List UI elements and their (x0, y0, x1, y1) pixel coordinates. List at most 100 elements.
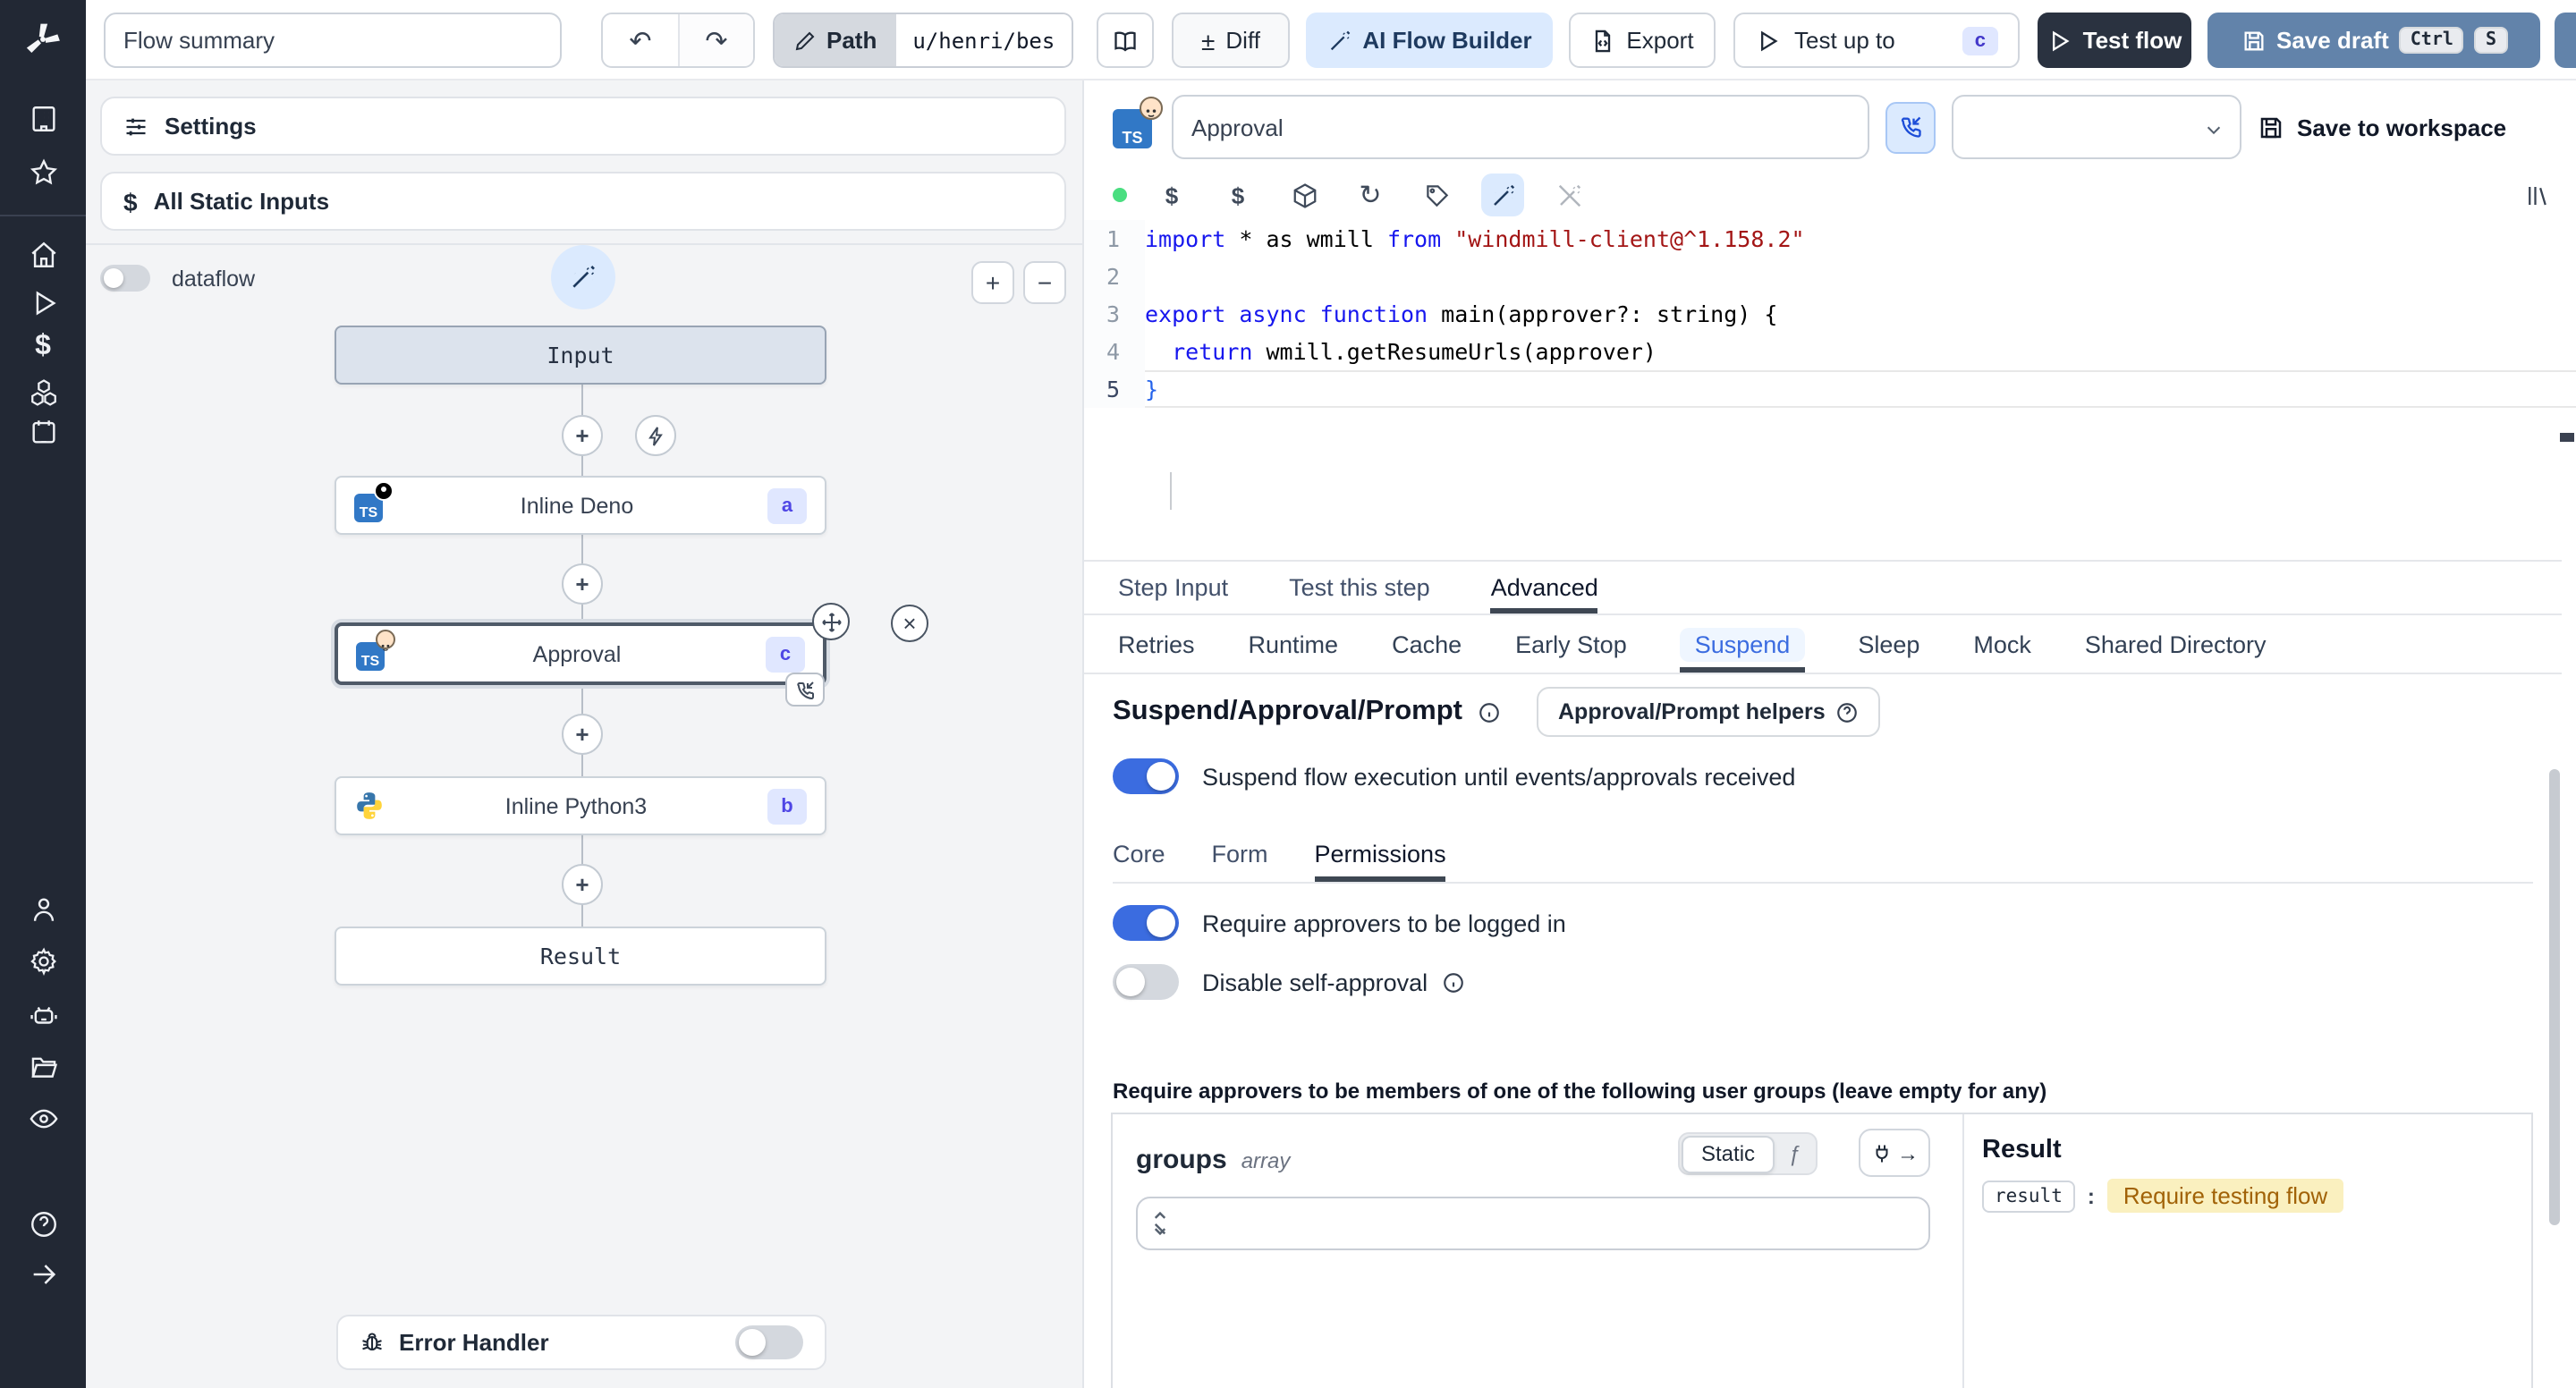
tab-core[interactable]: Core (1113, 828, 1165, 882)
export-button[interactable]: Export (1569, 13, 1716, 68)
runs-play-icon[interactable] (0, 288, 86, 318)
approval-phone-badge[interactable] (785, 673, 825, 707)
users-person-icon[interactable] (0, 894, 86, 925)
typescript-approval-icon: TS (1113, 97, 1163, 148)
groups-array-input[interactable] (1136, 1197, 1930, 1250)
tab-runtime[interactable]: Runtime (1249, 617, 1339, 673)
static-mode-button[interactable]: Static (1682, 1135, 1775, 1172)
sidebar-divider (0, 215, 86, 216)
test-up-to-button[interactable]: Test up to c (1733, 13, 2020, 68)
suspend-panel: Suspend/Approval/Prompt Approval/Prompt … (1084, 676, 2562, 1388)
deploy-button-partial[interactable] (2555, 13, 2576, 68)
schedules-calendar-icon[interactable] (0, 417, 86, 447)
workspace-building-icon[interactable] (0, 104, 86, 134)
static-inputs-icon[interactable]: $ (1150, 174, 1193, 216)
dataflow-toggle[interactable] (100, 265, 150, 292)
typescript-deno-icon: TS (354, 480, 394, 521)
disable-self-approval-toggle[interactable] (1113, 964, 1179, 1000)
flow-summary-input[interactable] (104, 13, 562, 68)
code-line: return wmill.getResumeUrls(approver) (1172, 338, 1657, 365)
favorites-star-icon[interactable] (0, 157, 86, 188)
flow-node-approval-selected[interactable]: TS Approval c (335, 622, 826, 685)
tab-step-input[interactable]: Step Input (1118, 562, 1228, 614)
error-handler-card[interactable]: Error Handler (336, 1315, 826, 1370)
delete-step-button[interactable]: × (891, 605, 928, 642)
add-step-button[interactable]: + (562, 415, 603, 456)
info-icon[interactable] (1442, 970, 1465, 994)
variables-icon[interactable]: $ (1216, 174, 1259, 216)
step-name-input[interactable] (1172, 95, 1869, 159)
flow-node-inline-python[interactable]: Inline Python3 b (335, 776, 826, 835)
flow-settings-button[interactable]: Settings (100, 97, 1066, 156)
windmill-logo-icon[interactable] (23, 20, 63, 59)
ai-robot-icon[interactable] (0, 1000, 86, 1030)
library-icon[interactable] (2515, 174, 2558, 216)
code-line-current: } (1145, 370, 2576, 408)
tab-cache[interactable]: Cache (1392, 617, 1462, 673)
home-icon[interactable] (0, 240, 86, 270)
test-flow-button[interactable]: Test flow (2038, 13, 2191, 68)
reload-icon[interactable]: ↻ (1349, 174, 1392, 216)
add-trigger-bolt-button[interactable] (635, 415, 676, 456)
ai-flow-builder-button[interactable]: AI Flow Builder (1306, 13, 1553, 68)
tab-advanced[interactable]: Advanced (1490, 562, 1598, 614)
save-draft-button[interactable]: Save draft Ctrl S (2207, 13, 2540, 68)
info-icon[interactable] (1477, 700, 1500, 724)
result-value: Require testing flow (2106, 1179, 2344, 1213)
all-static-inputs-button[interactable]: $ All Static Inputs (100, 172, 1066, 231)
add-step-button[interactable]: + (562, 563, 603, 605)
vertical-scrollbar[interactable] (2549, 769, 2560, 1225)
path-button[interactable]: Path u/henri/bes (773, 13, 1073, 68)
tab-test-this-step[interactable]: Test this step (1289, 562, 1430, 614)
diff-button[interactable]: ± Diff (1172, 13, 1290, 68)
result-key-chip[interactable]: result (1982, 1180, 2075, 1212)
tab-permissions[interactable]: Permissions (1314, 828, 1446, 882)
move-step-button[interactable] (812, 603, 850, 640)
tab-shared-directory[interactable]: Shared Directory (2085, 617, 2267, 673)
flow-node-inline-deno[interactable]: TS Inline Deno a (335, 476, 826, 535)
settings-gear-icon[interactable] (0, 946, 86, 977)
code-editor[interactable]: 1 import * as wmill from "windmill-client… (1084, 220, 2576, 560)
ai-wand-off-icon[interactable] (1547, 174, 1590, 216)
redo-button[interactable]: ↷ (678, 14, 753, 66)
undo-button[interactable]: ↶ (603, 14, 678, 66)
error-handler-toggle[interactable] (735, 1325, 803, 1359)
resources-cubes-icon[interactable] (0, 377, 86, 408)
suspend-inner-tabs: Core Form Permissions (1113, 828, 2533, 884)
suspend-toggle-label: Suspend flow execution until events/appr… (1202, 763, 1796, 790)
variables-dollar-icon[interactable]: $ (0, 331, 86, 363)
tab-sleep[interactable]: Sleep (1858, 617, 1919, 673)
add-step-button[interactable]: + (562, 864, 603, 905)
tab-early-stop[interactable]: Early Stop (1515, 617, 1627, 673)
approval-phone-button[interactable] (1885, 101, 1936, 153)
audit-eye-icon[interactable] (0, 1104, 86, 1134)
add-step-button[interactable]: + (562, 714, 603, 755)
tab-retries[interactable]: Retries (1118, 617, 1195, 673)
javascript-mode-button[interactable]: ƒ (1775, 1141, 1814, 1166)
ai-wand-icon[interactable] (1481, 174, 1524, 216)
suspend-execution-toggle[interactable] (1113, 758, 1179, 794)
help-question-icon[interactable] (0, 1209, 86, 1240)
tab-form[interactable]: Form (1212, 828, 1268, 882)
save-to-workspace-button[interactable]: Save to workspace (2258, 114, 2506, 140)
code-line: import * as wmill from "windmill-client@… (1145, 225, 1805, 252)
flow-node-input[interactable]: Input (335, 326, 826, 385)
approval-prompt-helpers-button[interactable]: Approval/Prompt helpers (1537, 687, 1881, 737)
connect-input-button[interactable]: → (1859, 1129, 1930, 1177)
tab-suspend[interactable]: Suspend (1680, 617, 1805, 673)
collapse-arrow-icon[interactable] (0, 1259, 86, 1290)
require-login-toggle[interactable] (1113, 905, 1179, 941)
folders-icon[interactable] (0, 1052, 86, 1082)
bug-icon (362, 1332, 382, 1350)
groups-arg-type: array (1241, 1148, 1291, 1173)
tab-mock[interactable]: Mock (1973, 617, 2031, 673)
format-tag-icon[interactable] (1415, 174, 1458, 216)
package-icon[interactable] (1283, 174, 1326, 216)
worker-tag-select[interactable] (1952, 95, 2241, 159)
zoom-in-button[interactable]: + (971, 261, 1014, 304)
move-arrows-icon (821, 612, 841, 631)
zoom-out-button[interactable]: − (1023, 261, 1066, 304)
docs-book-button[interactable] (1097, 13, 1154, 68)
flow-node-result[interactable]: Result (335, 927, 826, 986)
ai-assist-wand-button[interactable] (551, 245, 615, 309)
